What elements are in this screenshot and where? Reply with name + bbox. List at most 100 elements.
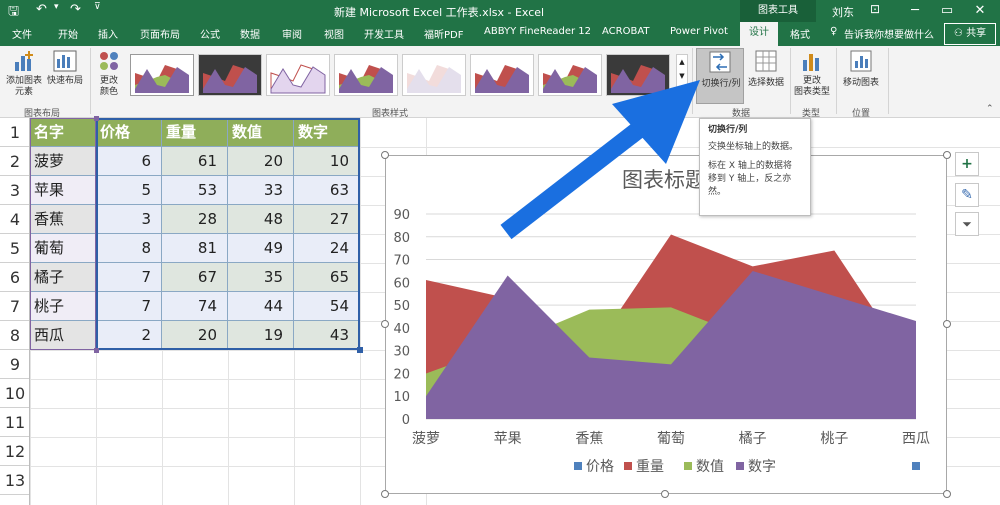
select-data-button[interactable]: 选择数据	[746, 48, 786, 104]
chart-style-thumb-5[interactable]	[402, 54, 466, 96]
row-header[interactable]: 1	[0, 118, 30, 147]
row-header[interactable]: 2	[0, 147, 30, 176]
chart-filters-button[interactable]: ⏷	[955, 212, 979, 236]
row-header[interactable]: 10	[0, 379, 30, 408]
tooltip-title: 切换行/列	[708, 125, 748, 135]
collapse-ribbon-icon[interactable]: ⌃	[986, 104, 994, 114]
save-icon[interactable]: 🖫	[8, 2, 19, 24]
add-chart-element-button[interactable]: 添加图表 元素	[4, 48, 44, 104]
restore-button[interactable]: ▭	[932, 0, 962, 22]
tab-page-layout[interactable]: 页面布局	[140, 26, 180, 41]
tab-developer[interactable]: 开发工具	[364, 26, 404, 41]
legend-label[interactable]: 数字	[748, 459, 776, 475]
area-chart[interactable]: 0 10 20 30 40 50 60 70 80 90 菠萝 苹果 香蕉 葡萄 橘子 桃子 西瓜 价格 重量 数…	[386, 156, 946, 493]
legend-swatch	[736, 462, 744, 470]
user-name[interactable]: 刘东	[832, 4, 854, 20]
y-tick-label: 40	[393, 322, 410, 337]
chart-style-thumb-1[interactable]	[130, 54, 194, 96]
share-button[interactable]: ⚇ 共享	[944, 23, 996, 45]
undo-icon[interactable]: ↶	[36, 2, 47, 17]
row-header[interactable]: 9	[0, 350, 30, 379]
row-header[interactable]: 4	[0, 205, 30, 234]
chart-area[interactable]: 0 10 20 30 40 50 60 70 80 90 菠萝 苹果 香蕉 葡萄 橘子 桃子 西瓜 价格 重量 数…	[385, 155, 947, 494]
select-data-icon	[755, 50, 777, 72]
chart-style-thumb-7[interactable]	[538, 54, 602, 96]
chart-style-thumb-4[interactable]	[334, 54, 398, 96]
chart-resize-handle[interactable]	[381, 320, 389, 328]
area-chart-thumb-icon	[543, 65, 597, 93]
close-button[interactable]: ✕	[965, 0, 995, 22]
chart-style-thumb-2[interactable]	[198, 54, 262, 96]
chart-resize-handle[interactable]	[381, 151, 389, 159]
chart-styles-scroll[interactable]: ▲ ▼ ▾	[676, 54, 688, 98]
ribbon-separator	[90, 48, 91, 114]
y-tick-label: 0	[402, 413, 410, 428]
chart-resize-handle[interactable]	[943, 490, 951, 498]
chart-elements-button[interactable]: +	[955, 152, 979, 176]
tab-format[interactable]: 格式	[790, 26, 810, 41]
row-header[interactable]: 7	[0, 292, 30, 321]
minimize-button[interactable]: ─	[900, 0, 930, 22]
tab-view[interactable]: 视图	[324, 26, 344, 41]
range-resize-handle[interactable]	[94, 116, 99, 121]
row-header[interactable]: 11	[0, 408, 30, 437]
chart-styles-button[interactable]: ✎	[955, 183, 979, 207]
move-chart-button[interactable]: 移动图表	[838, 48, 884, 104]
tab-foxit-pdf[interactable]: 福昕PDF	[424, 26, 463, 41]
move-chart-icon	[850, 50, 872, 72]
chart-title[interactable]: 图表标题	[622, 164, 706, 194]
ribbon-display-options-icon[interactable]: ⊡	[870, 2, 880, 16]
row-header[interactable]: 12	[0, 437, 30, 466]
tab-power-pivot[interactable]: Power Pivot	[670, 26, 728, 37]
legend-label[interactable]: 数值	[696, 459, 724, 475]
legend-overflow-marker	[912, 462, 920, 470]
row-header[interactable]: 5	[0, 234, 30, 263]
tab-file[interactable]: 文件	[12, 26, 32, 41]
change-colors-line2: 颜色	[99, 87, 118, 97]
range-resize-handle[interactable]	[94, 348, 99, 353]
redo-icon[interactable]: ↷	[70, 2, 81, 17]
tab-design[interactable]: 设计	[740, 22, 778, 46]
tab-home[interactable]: 开始	[58, 26, 78, 41]
palette-icon	[100, 52, 118, 70]
change-chart-type-button[interactable]: 更改 图表类型	[792, 48, 832, 104]
window-title: 新建 Microsoft Excel 工作表.xlsx - Excel	[334, 6, 545, 19]
chart-resize-handle[interactable]	[661, 151, 669, 159]
row-header[interactable]: 13	[0, 466, 30, 495]
row-header[interactable]: 8	[0, 321, 30, 350]
tab-acrobat[interactable]: ACROBAT	[602, 26, 650, 37]
add-chart-element-icon	[15, 51, 33, 71]
tab-review[interactable]: 审阅	[282, 26, 302, 41]
legend-label[interactable]: 价格	[586, 459, 614, 475]
tab-formulas[interactable]: 公式	[200, 26, 220, 41]
quick-layout-button[interactable]: 快速布局	[44, 48, 86, 104]
more-styles-icon[interactable]: ▾	[680, 86, 684, 94]
row-header[interactable]: 3	[0, 176, 30, 205]
chart-resize-handle[interactable]	[381, 490, 389, 498]
chart-resize-handle[interactable]	[661, 490, 669, 498]
filter-icon: ⏷	[962, 217, 972, 231]
x-tick-label: 苹果	[494, 431, 522, 447]
chart-style-thumb-3[interactable]	[266, 54, 330, 96]
chart-resize-handle[interactable]	[943, 151, 951, 159]
tab-insert[interactable]: 插入	[98, 26, 118, 41]
ribbon-tabs: 文件 开始 插入 页面布局 公式 数据 审阅 视图 开发工具 福昕PDF ABB…	[0, 22, 1000, 46]
scroll-down-icon[interactable]: ▼	[679, 72, 684, 80]
tell-me-search[interactable]: 告诉我你想要做什么	[844, 26, 934, 41]
switch-row-column-button[interactable]: 切换行/列	[696, 48, 744, 104]
tab-data[interactable]: 数据	[240, 26, 260, 41]
chart-style-thumb-8[interactable]	[606, 54, 670, 96]
tab-abbyy[interactable]: ABBYY FineReader 12	[484, 26, 591, 37]
scroll-up-icon[interactable]: ▲	[679, 58, 684, 66]
customize-toolbar-icon[interactable]: ⊽	[94, 2, 101, 12]
undo-dropdown-icon[interactable]: ▾	[54, 2, 59, 12]
legend-swatch	[574, 462, 582, 470]
change-colors-button[interactable]: 更改 颜色	[92, 48, 126, 104]
chart-resize-handle[interactable]	[943, 320, 951, 328]
range-resize-handle[interactable]	[357, 347, 363, 353]
legend-label[interactable]: 重量	[636, 459, 664, 475]
chart-style-thumb-6[interactable]	[470, 54, 534, 96]
lightbulb-icon: ♀	[830, 26, 838, 37]
row-header[interactable]: 6	[0, 263, 30, 292]
ribbon-separator	[836, 48, 837, 114]
